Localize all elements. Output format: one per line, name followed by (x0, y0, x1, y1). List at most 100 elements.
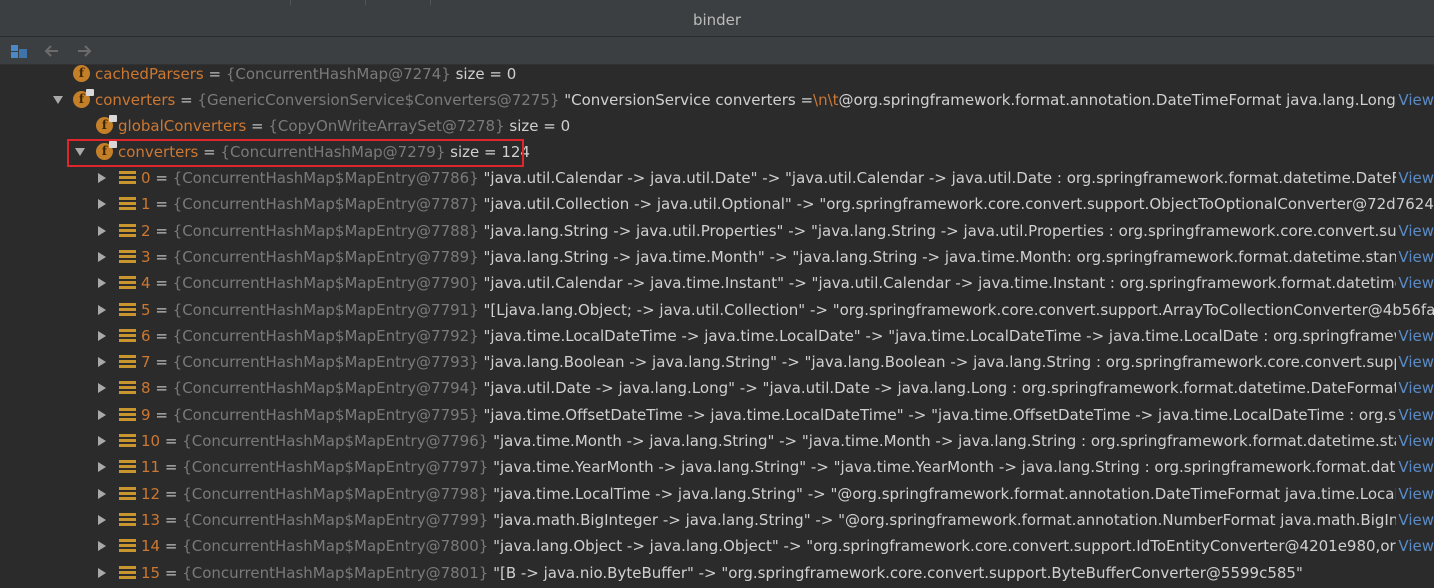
expand-arrow-right-icon[interactable] (95, 191, 109, 217)
expand-arrow-right-icon[interactable] (95, 507, 109, 533)
expand-arrow-right-icon[interactable] (95, 428, 109, 454)
field-type: {CopyOnWriteArraySet@7278} (268, 117, 505, 135)
map-entry-row[interactable]: 3 = {ConcurrentHashMap$MapEntry@7789} "j… (0, 243, 1434, 270)
view-link[interactable]: View (1396, 375, 1434, 402)
map-entry-icon (119, 328, 136, 344)
map-entry-row[interactable]: 6 = {ConcurrentHashMap$MapEntry@7792} "j… (0, 322, 1434, 349)
expand-arrow-right-icon[interactable] (95, 297, 109, 323)
map-entry-row[interactable]: 12 = {ConcurrentHashMap$MapEntry@7798} "… (0, 480, 1434, 507)
field-name: converters (118, 143, 199, 161)
entry-type: {ConcurrentHashMap$MapEntry@7789} (172, 247, 479, 266)
field-type: {GenericConversionService$Converters@727… (197, 91, 560, 109)
map-entry-row[interactable]: 0 = {ConcurrentHashMap$MapEntry@7786} "j… (0, 165, 1434, 191)
view-link[interactable]: View (1396, 454, 1434, 481)
tree-row-converters-map[interactable]: f converters = {ConcurrentHashMap@7279} … (0, 139, 1434, 165)
view-link[interactable]: View (1396, 87, 1434, 113)
arrow-right-icon[interactable] (74, 41, 94, 61)
equals-sign: = (246, 117, 269, 135)
expand-arrow-right-icon[interactable] (95, 165, 109, 191)
view-link[interactable]: View (1396, 428, 1434, 454)
expand-arrow-down-icon[interactable] (51, 87, 65, 113)
entry-type: {ConcurrentHashMap$MapEntry@7796} (182, 432, 489, 450)
view-link[interactable]: View (1396, 480, 1434, 507)
map-entry-row[interactable]: 9 = {ConcurrentHashMap$MapEntry@7795} "j… (0, 401, 1434, 428)
view-link[interactable]: View (1396, 243, 1434, 270)
view-link[interactable]: View (1396, 349, 1434, 376)
entry-index: 9 (141, 405, 151, 424)
view-link[interactable]: View (1396, 533, 1434, 560)
tree-row-converters[interactable]: f converters = {GenericConversionService… (0, 87, 1434, 113)
entry-value: "java.time.Month -> java.lang.String" ->… (493, 432, 1434, 450)
map-entry-icon (119, 276, 136, 291)
map-entry-icon (119, 249, 136, 265)
field-name: cachedParsers (95, 65, 204, 83)
expand-arrow-right-icon[interactable] (95, 323, 109, 349)
entry-value: "java.math.BigInteger -> java.lang.Strin… (488, 510, 1434, 529)
view-link[interactable]: View (1396, 401, 1434, 428)
entry-value: "[B -> java.nio.ByteBuffer" -> "org.spri… (488, 563, 1303, 582)
equals-sign: = (150, 195, 173, 214)
map-entry-row[interactable]: 15 = {ConcurrentHashMap$MapEntry@7801} "… (0, 560, 1434, 586)
equals-sign: = (150, 221, 173, 240)
view-link[interactable]: View (1396, 322, 1434, 349)
map-entry-icon (119, 565, 136, 581)
map-entry-row[interactable]: 4 = {ConcurrentHashMap$MapEntry@7790} "j… (0, 270, 1434, 297)
equals-sign: = (150, 169, 173, 187)
map-entry-icon (119, 381, 136, 396)
entry-index: 0 (141, 169, 151, 187)
entry-index: 6 (141, 326, 151, 345)
map-entry-icon (119, 223, 136, 239)
expand-arrow-right-icon[interactable] (95, 244, 109, 270)
expand-arrow-right-icon[interactable] (95, 454, 109, 480)
expand-arrow-right-icon[interactable] (95, 375, 109, 401)
view-link[interactable]: View (1396, 217, 1434, 244)
entry-type: {ConcurrentHashMap$MapEntry@7799} (182, 510, 489, 529)
equals-sign: = (160, 563, 183, 582)
map-entry-row[interactable]: 13 = {ConcurrentHashMap$MapEntry@7799} "… (0, 506, 1434, 533)
equals-sign: = (150, 326, 173, 345)
entry-type: {ConcurrentHashMap$MapEntry@7801} (182, 563, 489, 582)
lock-icon (86, 89, 94, 96)
field-type: {ConcurrentHashMap@7274} (225, 65, 451, 83)
expand-arrow-right-icon[interactable] (95, 402, 109, 428)
equals-sign: = (160, 510, 183, 529)
view-link[interactable]: View (1396, 506, 1434, 533)
field-value: size = 0 (450, 65, 517, 83)
view-link[interactable]: View (1396, 165, 1434, 191)
field-value: size = 0 (504, 117, 571, 135)
map-entry-icon (119, 486, 136, 502)
expand-arrow-right-icon[interactable] (95, 481, 109, 507)
map-entry-icon (119, 407, 136, 423)
tree-row-cached-parsers[interactable]: f cachedParsers = {ConcurrentHashMap@727… (0, 65, 1434, 87)
map-entry-row[interactable]: 8 = {ConcurrentHashMap$MapEntry@7794} "j… (0, 375, 1434, 402)
equals-sign: = (160, 458, 183, 477)
map-entry-row[interactable]: 2 = {ConcurrentHashMap$MapEntry@7788} "j… (0, 217, 1434, 244)
expand-arrow-right-icon[interactable] (95, 533, 109, 559)
map-entry-icon (119, 171, 136, 186)
map-entry-row[interactable]: 7 = {ConcurrentHashMap$MapEntry@7793} "j… (0, 349, 1434, 376)
entry-index: 7 (141, 353, 151, 372)
map-entry-row[interactable]: 5 = {ConcurrentHashMap$MapEntry@7791} "[… (0, 297, 1434, 323)
expand-arrow-down-icon[interactable] (73, 139, 87, 165)
entry-type: {ConcurrentHashMap$MapEntry@7793} (172, 353, 479, 372)
expand-arrow-right-icon[interactable] (95, 218, 109, 244)
entry-value: "java.time.LocalDateTime -> java.time.Lo… (483, 326, 1434, 345)
entry-type: {ConcurrentHashMap$MapEntry@7795} (172, 405, 479, 424)
view-link[interactable]: View (1396, 270, 1434, 297)
expand-arrow-right-icon[interactable] (95, 349, 109, 375)
equals-sign: = (160, 484, 183, 503)
expand-arrow-right-icon[interactable] (95, 560, 109, 586)
frame-layout-icon[interactable] (9, 41, 29, 61)
field-value: "ConversionService converters = (559, 91, 814, 109)
map-entry-row[interactable]: 11 = {ConcurrentHashMap$MapEntry@7797} "… (0, 454, 1434, 481)
arrow-left-icon[interactable] (42, 41, 62, 61)
entry-value: "java.util.Calendar -> java.util.Date" -… (478, 169, 1434, 187)
equals-sign: = (150, 379, 173, 398)
expand-arrow-right-icon[interactable] (95, 270, 109, 296)
field-icon: f (73, 65, 90, 82)
field-type: {ConcurrentHashMap@7279} (220, 143, 446, 161)
map-entry-row[interactable]: 10 = {ConcurrentHashMap$MapEntry@7796} "… (0, 428, 1434, 454)
tree-row-global-converters[interactable]: f globalConverters = {CopyOnWriteArraySe… (0, 113, 1434, 139)
map-entry-row[interactable]: 14 = {ConcurrentHashMap$MapEntry@7800} "… (0, 533, 1434, 560)
map-entry-row[interactable]: 1 = {ConcurrentHashMap$MapEntry@7787} "j… (0, 191, 1434, 217)
